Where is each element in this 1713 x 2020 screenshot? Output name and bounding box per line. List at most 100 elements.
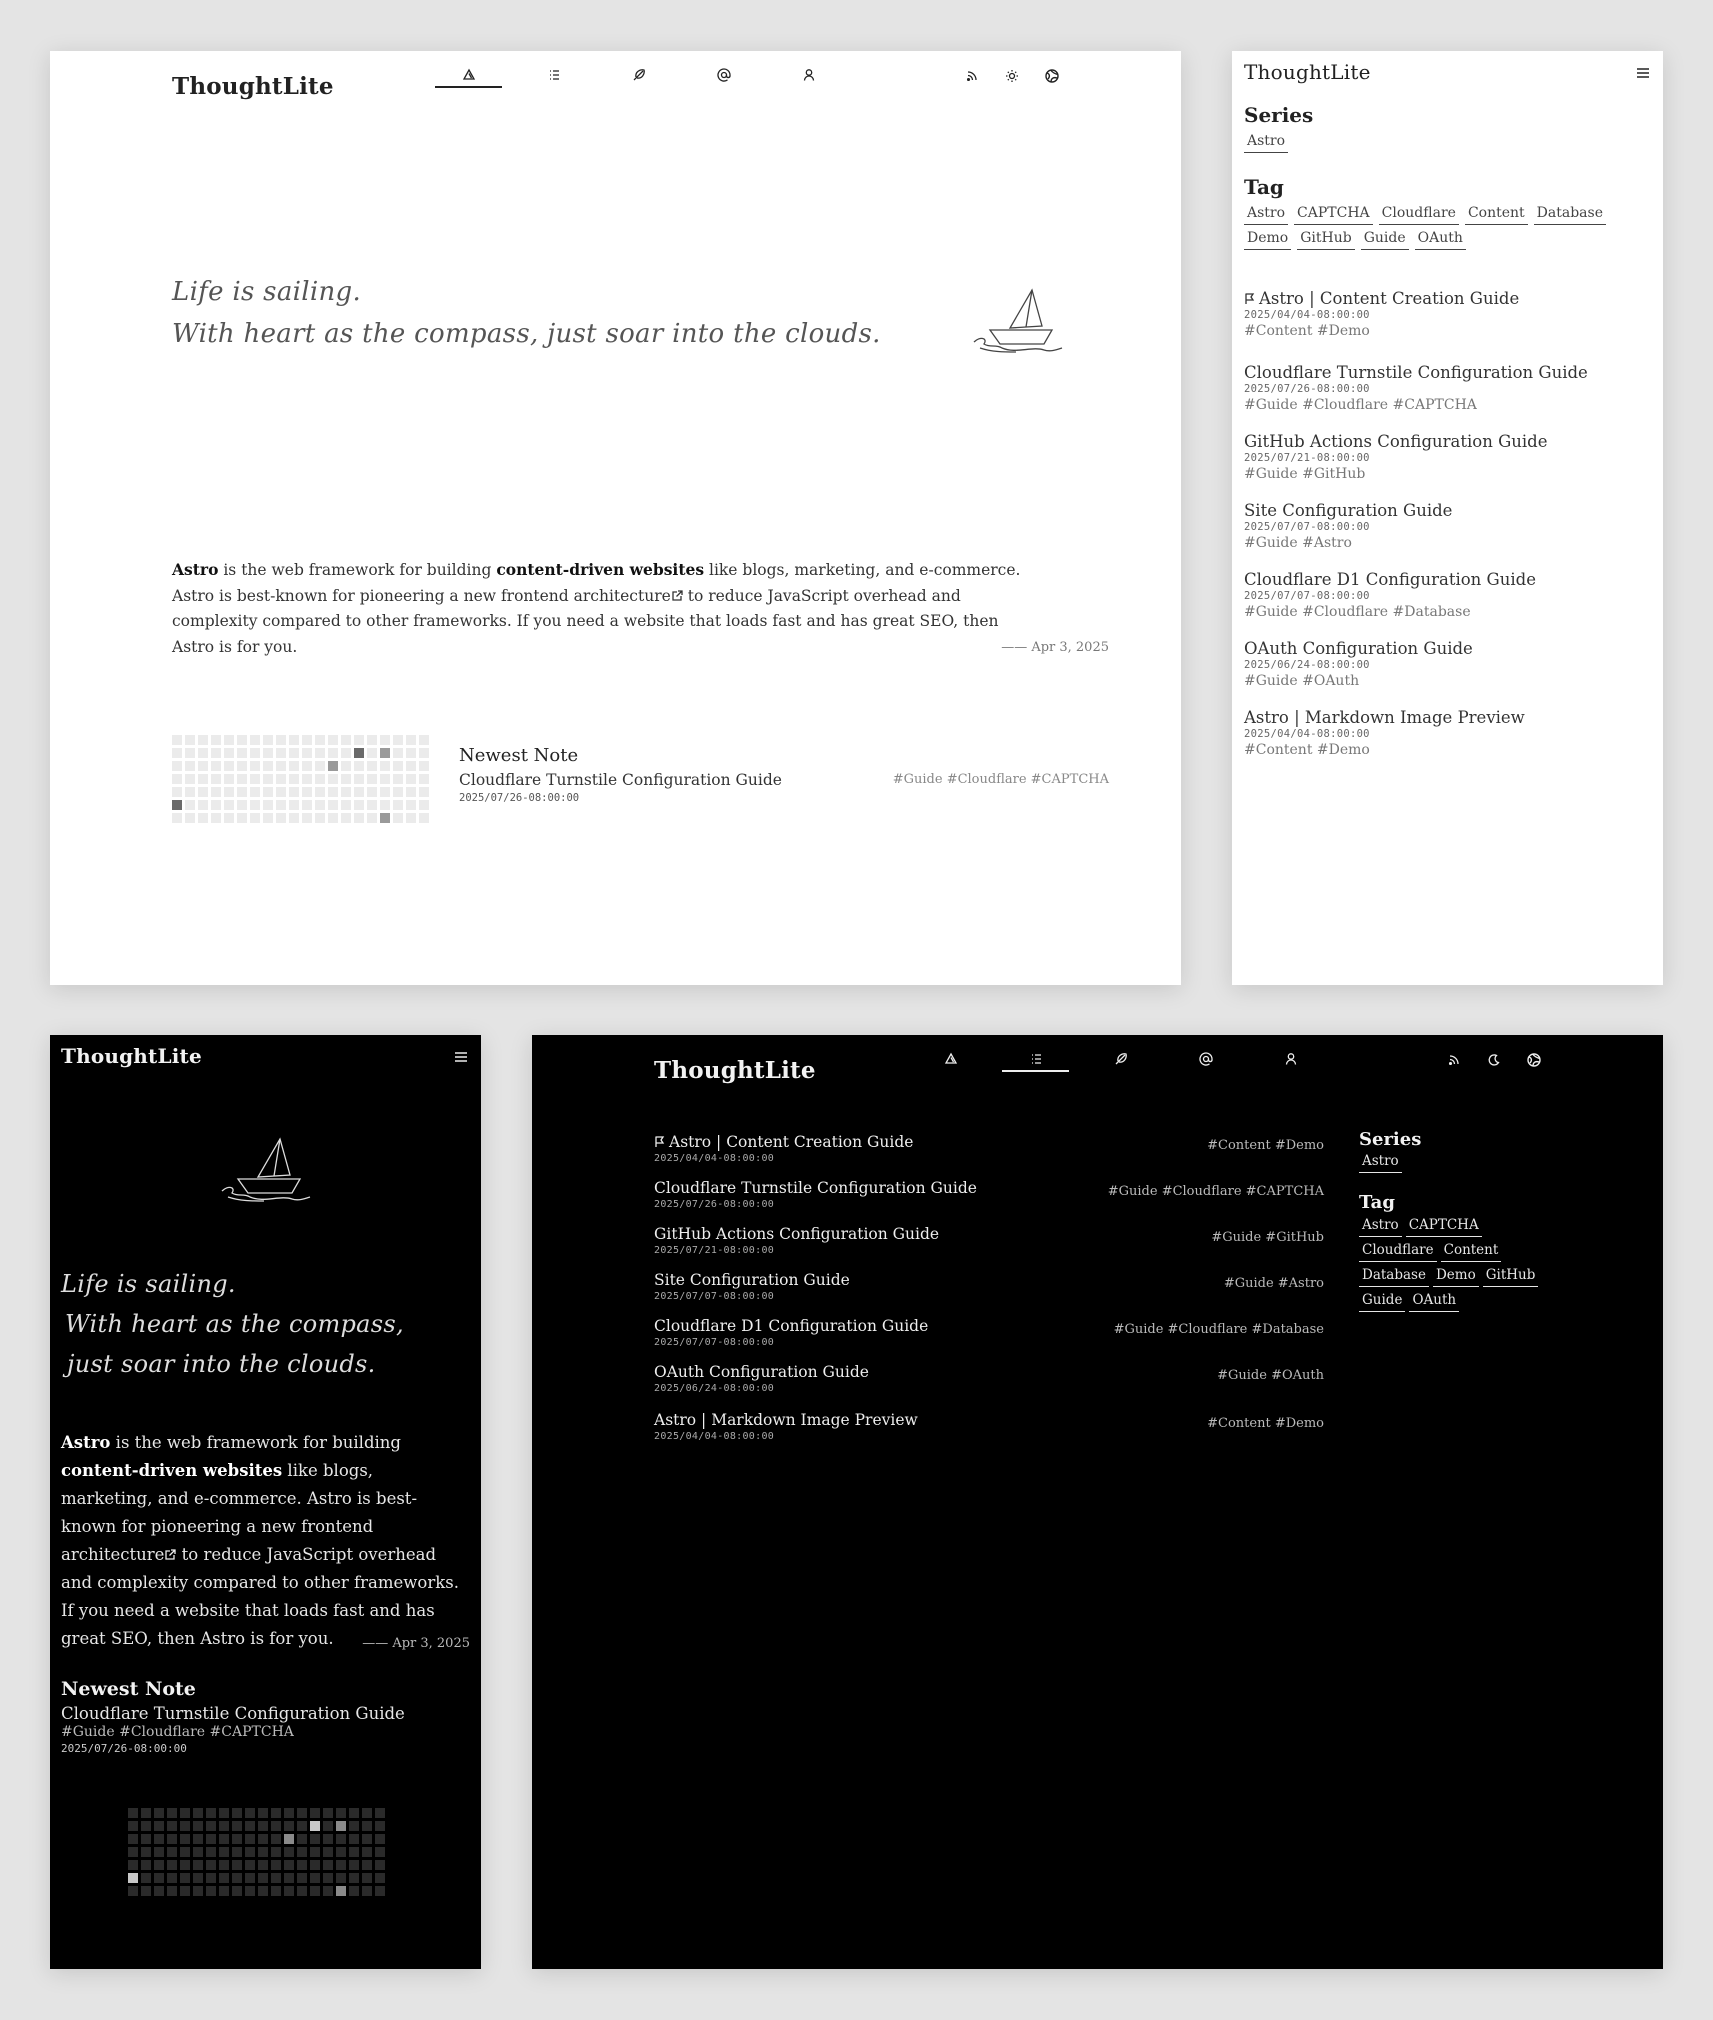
user-icon[interactable] [1281,1049,1301,1069]
post-item[interactable]: Cloudflare Turnstile Configuration Guide… [1244,363,1654,415]
heatmap-cell [128,1847,138,1857]
post-title[interactable]: Site Configuration Guide [654,1271,850,1289]
post-title[interactable]: OAuth Configuration Guide [654,1363,869,1381]
heatmap-cell [198,787,208,797]
heatmap-cell [380,813,390,823]
heatmap-cell [354,735,364,745]
sun-icon[interactable] [1002,66,1022,86]
tag-chip[interactable]: Guide [1360,229,1409,250]
heatmap-cell [154,1860,164,1870]
series-chip[interactable]: Astro [1244,132,1289,153]
post-item[interactable]: Cloudflare D1 Configuration Guide 2025/07… [1244,570,1654,622]
post-title[interactable]: Site Configuration Guide [1244,501,1452,520]
external-link-icon[interactable] [671,589,683,602]
newest-note: Newest Note Cloudflare Turnstile Configu… [61,1678,466,1755]
tag-chip[interactable]: Cloudflare [1378,204,1459,225]
tag-chip[interactable]: GitHub [1482,1266,1539,1287]
tag-chip[interactable]: OAuth [1409,1291,1460,1312]
language-icon[interactable] [1524,1050,1544,1070]
feather-icon[interactable] [1111,1049,1131,1069]
heatmap-cell [362,1847,372,1857]
post-title[interactable]: Cloudflare D1 Configuration Guide [654,1317,928,1335]
home-icon[interactable] [459,65,479,85]
intro-text-1: is the web framework for building [110,1433,401,1452]
post-row[interactable]: Astro | Content Creation Guide 2025/04/04… [654,1132,1324,1178]
post-item[interactable]: Astro | Markdown Image Preview 2025/04/04… [1244,708,1654,760]
post-title[interactable]: GitHub Actions Configuration Guide [654,1225,939,1243]
post-item[interactable]: OAuth Configuration Guide 2025/06/24-08:0… [1244,639,1654,691]
tag-chip[interactable]: Content [1464,204,1528,225]
tag-chip[interactable]: CAPTCHA [1405,1216,1482,1237]
site-logo[interactable]: ThoughtLite [61,1044,202,1068]
heatmap-cell [206,1834,216,1844]
heatmap-cell [224,761,234,771]
tag-chip[interactable]: CAPTCHA [1294,204,1373,225]
tag-chip[interactable]: Astro [1244,204,1289,225]
tag-chip[interactable]: Demo [1244,229,1292,250]
tag-chip[interactable]: Demo [1432,1266,1479,1287]
at-icon[interactable] [1196,1049,1216,1069]
home-icon[interactable] [941,1049,961,1069]
heatmap-cell [180,1808,190,1818]
heatmap-cell [128,1860,138,1870]
post-row[interactable]: OAuth Configuration Guide 2025/06/24-08:0… [654,1362,1324,1410]
post-title[interactable]: Cloudflare D1 Configuration Guide [1244,570,1536,589]
post-title[interactable]: Astro | Content Creation Guide [669,1133,913,1151]
tag-chip[interactable]: Cloudflare [1359,1241,1437,1262]
site-logo[interactable]: ThoughtLite [654,1045,816,1097]
site-logo[interactable]: ThoughtLite [1244,60,1371,84]
tag-chip[interactable]: Guide [1359,1291,1406,1312]
heatmap-cell [219,1847,229,1857]
post-row[interactable]: GitHub Actions Configuration Guide 2025/0… [654,1224,1324,1270]
post-title[interactable]: Astro | Content Creation Guide [1259,289,1519,308]
list-icon[interactable] [544,65,564,85]
menu-icon[interactable] [1634,64,1652,82]
post-item[interactable]: Astro | Content Creation Guide 2025/04/04… [1244,289,1654,341]
heatmap-cell [211,748,221,758]
tag-list: Astro CAPTCHA Cloudflare Content Database Dem… [1359,1216,1559,1312]
heatmap-cell [258,1808,268,1818]
heatmap-cell [232,1873,242,1883]
feather-icon[interactable] [629,65,649,85]
user-icon[interactable] [799,65,819,85]
post-title[interactable]: GitHub Actions Configuration Guide [1244,432,1547,451]
post-title[interactable]: Astro | Markdown Image Preview [654,1411,918,1429]
post-row[interactable]: Cloudflare D1 Configuration Guide 2025/07… [654,1316,1324,1362]
language-icon[interactable] [1042,66,1062,86]
hero-quote-line3: just soar into the clouds. [67,1350,376,1378]
post-title[interactable]: Astro | Markdown Image Preview [1244,708,1525,727]
moon-icon[interactable] [1484,1050,1504,1070]
post-item[interactable]: GitHub Actions Configuration Guide 2025/0… [1244,432,1654,484]
heatmap-cell [393,735,403,745]
external-link-icon[interactable] [164,1549,177,1561]
heatmap-cell [328,774,338,784]
post-row[interactable]: Cloudflare Turnstile Configuration Guide… [654,1178,1324,1224]
heatmap-cell [263,774,273,784]
rss-icon[interactable] [962,66,982,86]
heatmap-cell [237,787,247,797]
post-tags: #Guide #Cloudflare #Database [1113,1322,1324,1337]
menu-icon[interactable] [452,1048,470,1066]
newest-note-title[interactable]: Cloudflare Turnstile Configuration Guide [459,771,782,789]
post-item[interactable]: Site Configuration Guide 2025/07/07-08:00… [1244,501,1654,553]
post-title[interactable]: OAuth Configuration Guide [1244,639,1473,658]
post-title[interactable]: Cloudflare Turnstile Configuration Guide [654,1179,977,1197]
tag-chip[interactable]: Database [1359,1266,1429,1287]
post-row[interactable]: Site Configuration Guide 2025/07/07-08:00… [654,1270,1324,1316]
tag-chip[interactable]: OAuth [1414,229,1466,250]
tag-chip[interactable]: Astro [1359,1216,1402,1237]
series-chip[interactable]: Astro [1359,1152,1402,1173]
post-tags: #Guide #Cloudflare #CAPTCHA [1107,1184,1324,1199]
site-logo[interactable]: ThoughtLite [172,61,334,113]
tag-chip[interactable]: GitHub [1297,229,1355,250]
rss-icon[interactable] [1444,1050,1464,1070]
at-icon[interactable] [714,65,734,85]
newest-note-title[interactable]: Cloudflare Turnstile Configuration Guide [61,1704,466,1723]
list-icon[interactable] [1026,1049,1046,1069]
tag-chip[interactable]: Content [1440,1241,1502,1262]
tag-chip[interactable]: Database [1533,204,1606,225]
nav-active-underline [435,86,502,88]
post-row[interactable]: Astro | Markdown Image Preview 2025/04/04… [654,1410,1324,1456]
heatmap-cell [419,787,429,797]
post-title[interactable]: Cloudflare Turnstile Configuration Guide [1244,363,1588,382]
